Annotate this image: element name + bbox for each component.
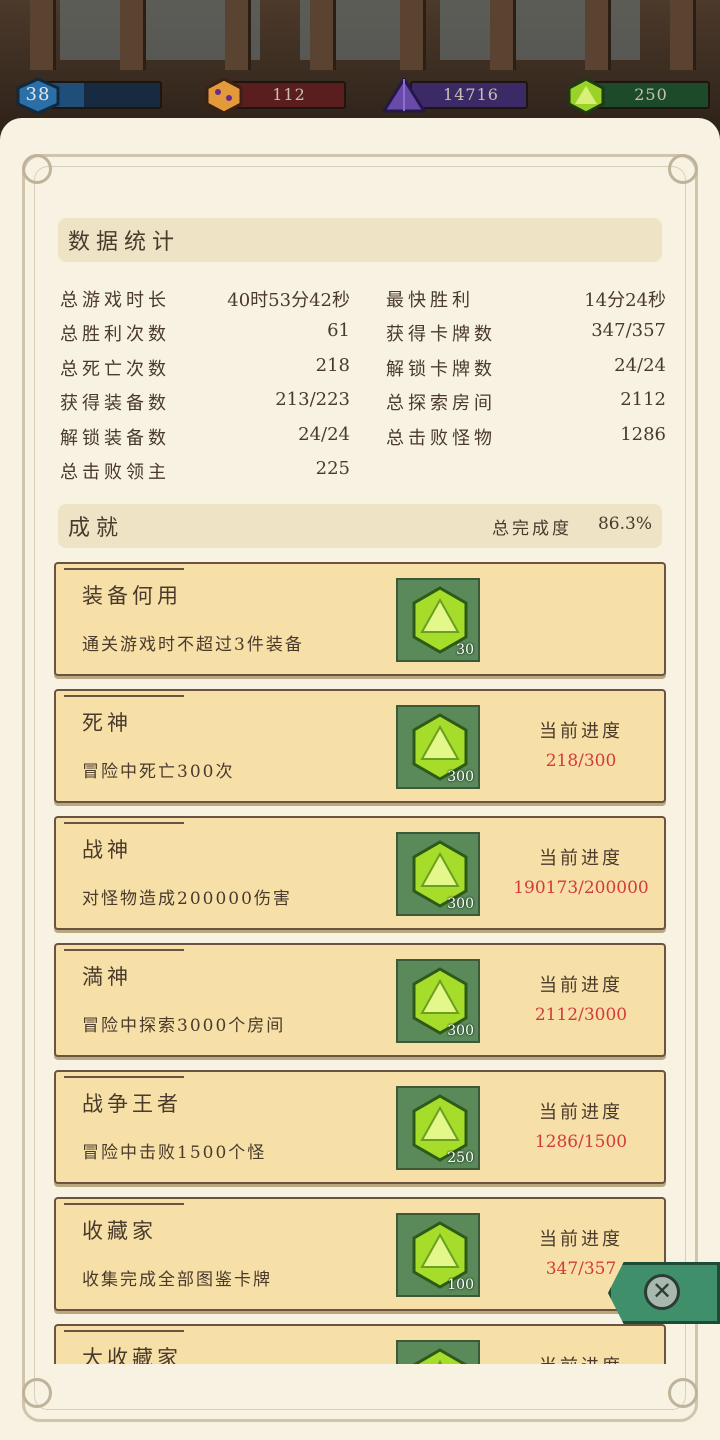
achievement-title: 战神 xyxy=(82,838,132,862)
achievement-title: 装备何用 xyxy=(82,584,182,608)
achievement-card: 收藏家 收集完成全部图鉴卡牌 100 当前进度 347/357 xyxy=(54,1197,666,1311)
progress-value: 1286/1500 xyxy=(534,1132,628,1152)
progress-value: 190173/200000 xyxy=(513,878,649,898)
stat-equipment-obtained: 获得装备数 213/223 xyxy=(60,389,350,414)
green-dice-icon xyxy=(567,78,605,114)
achievement-card: 大收藏家 当前进度 xyxy=(54,1324,666,1364)
achievement-title: 战争王者 xyxy=(82,1092,182,1116)
stat-total-deaths: 总死亡次数 218 xyxy=(60,355,350,380)
achievement-title: 大收藏家 xyxy=(82,1346,182,1364)
completion-label: 总完成度 xyxy=(492,519,572,539)
progress-label: 当前进度 xyxy=(539,1229,623,1250)
progress-label: 当前进度 xyxy=(506,1352,656,1364)
resource-bar: 38 112 14716 250 xyxy=(0,78,720,114)
stat-total-wins: 总胜利次数 61 xyxy=(60,320,350,345)
achievements-title: 成就 xyxy=(68,516,125,541)
stat-lords-defeated: 总击败领主 225 xyxy=(60,458,350,483)
achievement-desc: 收集完成全部图鉴卡牌 xyxy=(82,1270,272,1290)
achievement-list[interactable]: 装备何用 通关游戏时不超过3件装备 30 死神 冒险中死亡300次 300 当前… xyxy=(0,560,720,1364)
stat-total-playtime: 总游戏时长 40时53分42秒 xyxy=(60,290,350,311)
green-value: 250 xyxy=(634,85,668,104)
achievement-desc: 通关游戏时不超过3件装备 xyxy=(82,635,304,655)
green-resource: 250 xyxy=(566,78,712,114)
progress-label: 当前进度 xyxy=(539,975,623,996)
close-icon[interactable]: ✕ xyxy=(644,1274,680,1310)
achievement-desc: 冒险中探索3000个房间 xyxy=(82,1016,286,1036)
level-display: 38 xyxy=(14,78,164,114)
completion-value: 86.3% xyxy=(597,514,652,534)
achievement-card: 战争王者 冒险中击败1500个怪 250 当前进度 1286/1500 xyxy=(54,1070,666,1184)
achievement-desc: 对怪物造成200000伤害 xyxy=(82,889,292,909)
gold-value: 112 xyxy=(272,85,306,104)
achievement-reward: 100 xyxy=(396,1213,480,1297)
achievement-desc: 冒险中击败1500个怪 xyxy=(82,1143,267,1163)
achievement-card: 战神 对怪物造成200000伤害 300 当前进度 190173/200000 xyxy=(54,816,666,930)
achievement-reward: 300 xyxy=(396,832,480,916)
level-value: 38 xyxy=(25,84,51,105)
green-gem-icon xyxy=(412,1348,468,1364)
background-scene: 38 112 14716 250 xyxy=(0,0,720,130)
stat-fastest-win: 最快胜利 14分24秒 xyxy=(386,290,666,311)
achievement-reward: 30 xyxy=(396,578,480,662)
stat-equipment-unlocked: 解锁装备数 24/24 xyxy=(60,424,350,449)
stat-rooms-explored: 总探索房间 2112 xyxy=(386,389,666,414)
purple-dice-icon xyxy=(382,78,426,113)
achievements-header: 成就 总完成度 86.3% xyxy=(58,504,662,548)
achievement-reward: 300 xyxy=(396,705,480,789)
purple-resource: 14716 xyxy=(382,78,528,114)
stat-monsters-defeated: 总击败怪物 1286 xyxy=(386,424,666,449)
stats-header: 数据统计 xyxy=(58,218,662,262)
gold-resource: 112 xyxy=(204,78,346,114)
stats-title: 数据统计 xyxy=(68,230,181,255)
gold-dice-icon xyxy=(205,78,243,114)
achievement-title: 收藏家 xyxy=(82,1219,157,1243)
purple-value: 14716 xyxy=(443,85,499,104)
achievement-reward: 250 xyxy=(396,1086,480,1170)
progress-value: 2112/3000 xyxy=(534,1005,628,1025)
progress-label: 当前进度 xyxy=(539,1102,623,1123)
stat-cards-unlocked: 解锁卡牌数 24/24 xyxy=(386,355,666,380)
achievement-reward xyxy=(396,1340,480,1364)
achievement-title: 死神 xyxy=(82,711,132,735)
progress-value: 218/300 xyxy=(545,751,617,771)
progress-label: 当前进度 xyxy=(539,848,623,869)
achievement-desc: 冒险中死亡300次 xyxy=(82,762,235,782)
achievement-card: 満神 冒险中探索3000个房间 300 当前进度 2112/3000 xyxy=(54,943,666,1057)
achievement-card: 死神 冒险中死亡300次 300 当前进度 218/300 xyxy=(54,689,666,803)
achievement-reward: 300 xyxy=(396,959,480,1043)
stat-cards-obtained: 获得卡牌数 347/357 xyxy=(386,320,666,345)
achievement-title: 満神 xyxy=(82,965,132,989)
progress-label: 当前进度 xyxy=(539,721,623,742)
achievement-card: 装备何用 通关游戏时不超过3件装备 30 xyxy=(54,562,666,676)
